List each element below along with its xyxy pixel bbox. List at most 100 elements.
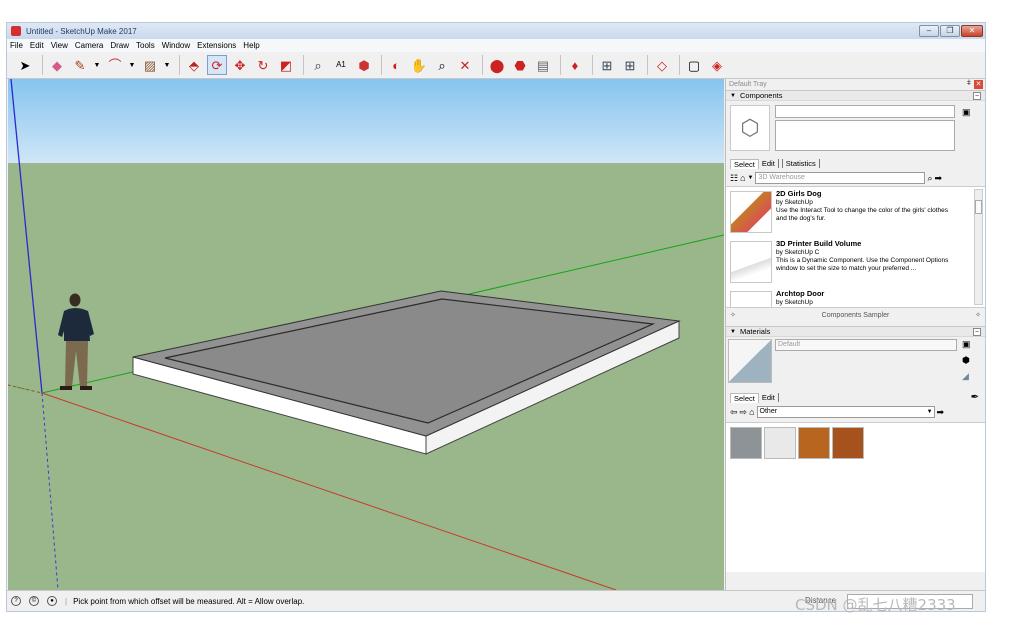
material-swatch[interactable] (764, 427, 796, 459)
zoom-icon[interactable]: ⌕ (432, 55, 452, 75)
component-description: Use the Interact Tool to change the colo… (776, 207, 949, 222)
chevron-down-icon[interactable]: ▼ (927, 407, 933, 417)
move-icon[interactable]: ✥ (230, 55, 250, 75)
default-material-icon[interactable]: ◢ (962, 371, 969, 382)
scene-canvas[interactable] (8, 79, 724, 590)
details-arrow-icon[interactable]: ➡ (935, 173, 943, 183)
menu-draw[interactable]: Draw (110, 41, 129, 50)
forward-icon[interactable]: ⇨ (740, 407, 748, 417)
component-thumbnail (730, 191, 772, 233)
panel-minimize-icon[interactable]: – (973, 92, 981, 100)
list-scrollbar[interactable] (974, 189, 983, 305)
text-icon[interactable]: A1 (331, 55, 351, 75)
material-swatch[interactable] (730, 427, 762, 459)
arc-icon[interactable]: ⌒ (105, 55, 125, 75)
tab-select[interactable]: Select (730, 158, 759, 169)
shape-icon[interactable]: ▨ (140, 55, 160, 75)
navigation-dropdown-icon[interactable]: ▼ (748, 175, 754, 181)
tape-measure-icon[interactable]: ⌕ (308, 55, 328, 75)
components-panel-header[interactable]: ▼ Components – (726, 90, 985, 101)
minimize-button[interactable]: – (919, 25, 939, 37)
shape-dropdown-icon[interactable]: ▼ (163, 55, 171, 75)
create-material-icon[interactable]: ⬢ (962, 355, 970, 366)
material-swatch[interactable] (798, 427, 830, 459)
layout-icon[interactable]: ▤ (533, 55, 553, 75)
next-collection-icon[interactable]: ✧ (975, 311, 981, 319)
menu-help[interactable]: Help (243, 41, 259, 50)
collapse-icon[interactable]: ▼ (730, 93, 736, 99)
components-list: 2D Girls Dog by SketchUp Use the Interac… (726, 186, 985, 308)
list-item[interactable]: 3D Printer Build Volume by SketchUp C Th… (729, 240, 959, 288)
pencil-icon[interactable]: ✎ (70, 55, 90, 75)
menu-window[interactable]: Window (162, 41, 190, 50)
zoom-extents-icon[interactable]: ✕ (455, 55, 475, 75)
rotate-icon[interactable]: ↻ (253, 55, 273, 75)
tab-statistics[interactable]: Statistics (781, 159, 820, 168)
menu-file[interactable]: File (10, 41, 23, 50)
component-name-field[interactable] (775, 105, 955, 118)
components-icon[interactable]: ⊞ (597, 55, 617, 75)
styles-icon[interactable]: ◈ (707, 55, 727, 75)
paint-bucket-icon[interactable]: ⬢ (354, 55, 374, 75)
component-description-field[interactable] (775, 120, 955, 151)
geolocation-icon[interactable]: ? (11, 596, 21, 606)
view-options-icon[interactable]: ☷ (730, 173, 738, 183)
default-tray: Default Tray ǂ ✕ ▼ Components – ⬡ ▣ Sele… (725, 79, 985, 590)
extension-warehouse-icon[interactable]: ⬣ (510, 55, 530, 75)
pan-icon[interactable]: ✋ (409, 55, 429, 75)
component-author: by SketchUp C (776, 249, 820, 256)
panel-minimize-icon[interactable]: – (973, 328, 981, 336)
material-preview-swatch (728, 339, 772, 383)
prev-collection-icon[interactable]: ✧ (730, 311, 736, 319)
warehouse-icon[interactable]: ⬤ (487, 55, 507, 75)
search-icon[interactable]: ⌕ (927, 173, 932, 183)
home-icon[interactable]: ⌂ (740, 173, 745, 183)
eraser-icon[interactable]: ◆ (47, 55, 67, 75)
component-author: by SketchUp (776, 299, 813, 306)
model-viewport[interactable] (8, 79, 724, 590)
menu-tools[interactable]: Tools (136, 41, 155, 50)
sample-paint-icon[interactable]: ✒ (971, 392, 979, 403)
tab-select[interactable]: Select (730, 392, 759, 403)
menu-view[interactable]: View (51, 41, 68, 50)
pencil-dropdown-icon[interactable]: ▼ (93, 55, 101, 75)
material-display-icon[interactable]: ▣ (962, 339, 971, 350)
collection-select[interactable]: Other ▼ (756, 406, 935, 418)
box-icon[interactable]: ▢ (684, 55, 704, 75)
sketchup-window: Untitled - SketchUp Make 2017 – ❐ ✕ File… (6, 22, 986, 612)
arc-dropdown-icon[interactable]: ▼ (128, 55, 136, 75)
collapse-icon[interactable]: ▼ (730, 329, 736, 335)
materials-panel-header[interactable]: ▼ Materials – (726, 326, 985, 337)
watermark: CSDN @乱七八糟2333 (795, 596, 956, 614)
tab-edit[interactable]: Edit (759, 393, 779, 402)
offset-icon[interactable]: ⟳ (207, 55, 227, 75)
pin-icon[interactable]: ǂ (967, 80, 971, 87)
scale-icon[interactable]: ◩ (276, 55, 296, 75)
material-swatch[interactable] (832, 427, 864, 459)
window-controls: – ❐ ✕ (919, 25, 983, 37)
back-icon[interactable]: ⇦ (730, 407, 738, 417)
groups-icon[interactable]: ⊞ (620, 55, 640, 75)
restore-button[interactable]: ❐ (940, 25, 960, 37)
details-arrow-icon[interactable]: ➡ (937, 407, 945, 417)
home-icon[interactable]: ⌂ (749, 407, 754, 417)
component-thumbnail (730, 241, 772, 283)
menu-extensions[interactable]: Extensions (197, 41, 236, 50)
material-name-field[interactable]: Default (775, 339, 957, 351)
section-icon[interactable]: ◇ (652, 55, 672, 75)
orbit-icon[interactable]: ◐ (386, 55, 406, 75)
pushpull-icon[interactable]: ⬘ (184, 55, 204, 75)
component-details-icon[interactable]: ▣ (962, 107, 971, 118)
menu-camera[interactable]: Camera (75, 41, 103, 50)
warehouse-search-input[interactable]: 3D Warehouse (755, 172, 926, 184)
user-icon[interactable]: ● (47, 596, 57, 606)
tab-edit[interactable]: Edit (759, 159, 779, 168)
close-button[interactable]: ✕ (961, 25, 983, 37)
ruby-icon[interactable]: ♦ (565, 55, 585, 75)
menu-edit[interactable]: Edit (30, 41, 44, 50)
tray-close-icon[interactable]: ✕ (974, 80, 983, 89)
list-item[interactable]: Archtop Door by SketchUp (729, 290, 959, 307)
select-icon[interactable]: ➤ (15, 55, 35, 75)
list-item[interactable]: 2D Girls Dog by SketchUp Use the Interac… (729, 190, 959, 238)
credits-icon[interactable]: © (29, 596, 39, 606)
